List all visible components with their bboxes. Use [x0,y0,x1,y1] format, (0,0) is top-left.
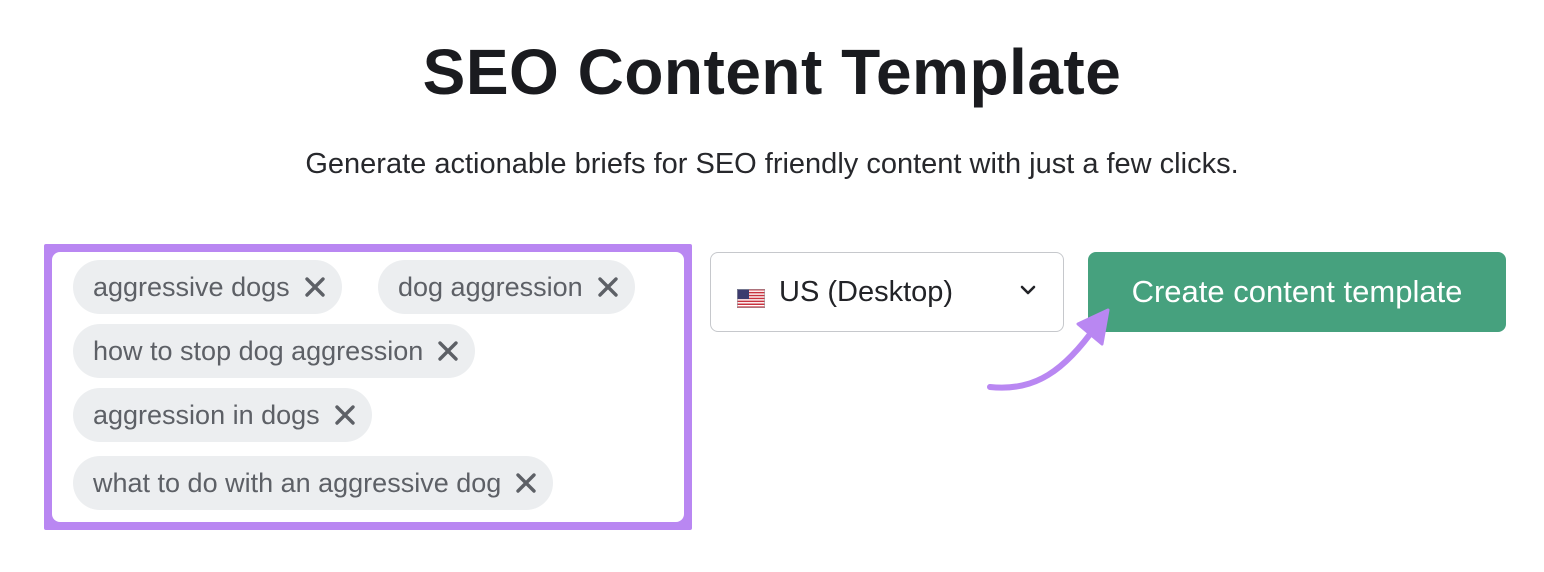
page-subtitle: Generate actionable briefs for SEO frien… [305,148,1239,180]
pointer-arrow-icon [987,308,1110,391]
keyword-tag-label: what to do with an aggressive dog [93,467,502,498]
close-icon[interactable] [302,274,328,300]
close-icon[interactable] [332,402,358,428]
keyword-tag-label: dog aggression [398,271,583,302]
keyword-tag: what to do with an aggressive dog [73,456,554,510]
us-flag-icon [737,283,765,308]
keyword-tag: dog aggression [378,260,635,314]
close-icon[interactable] [435,338,461,364]
close-icon[interactable] [513,470,539,496]
keyword-tag-label: aggression in dogs [93,399,320,430]
page: SEO Content Template Generate actionable… [0,0,1544,572]
keyword-tag: aggression in dogs [73,388,372,442]
keyword-tag: aggressive dogs [73,260,342,314]
page-title: SEO Content Template [422,36,1122,108]
close-icon[interactable] [595,274,621,300]
create-content-template-button[interactable]: Create content template [1088,252,1506,332]
keyword-tag: how to stop dog aggression [73,324,476,378]
keyword-tag-label: how to stop dog aggression [93,335,424,366]
keyword-tag-label: aggressive dogs [93,271,290,302]
keywords-input-box[interactable]: aggressive dogs dog aggression how to st… [52,252,684,522]
